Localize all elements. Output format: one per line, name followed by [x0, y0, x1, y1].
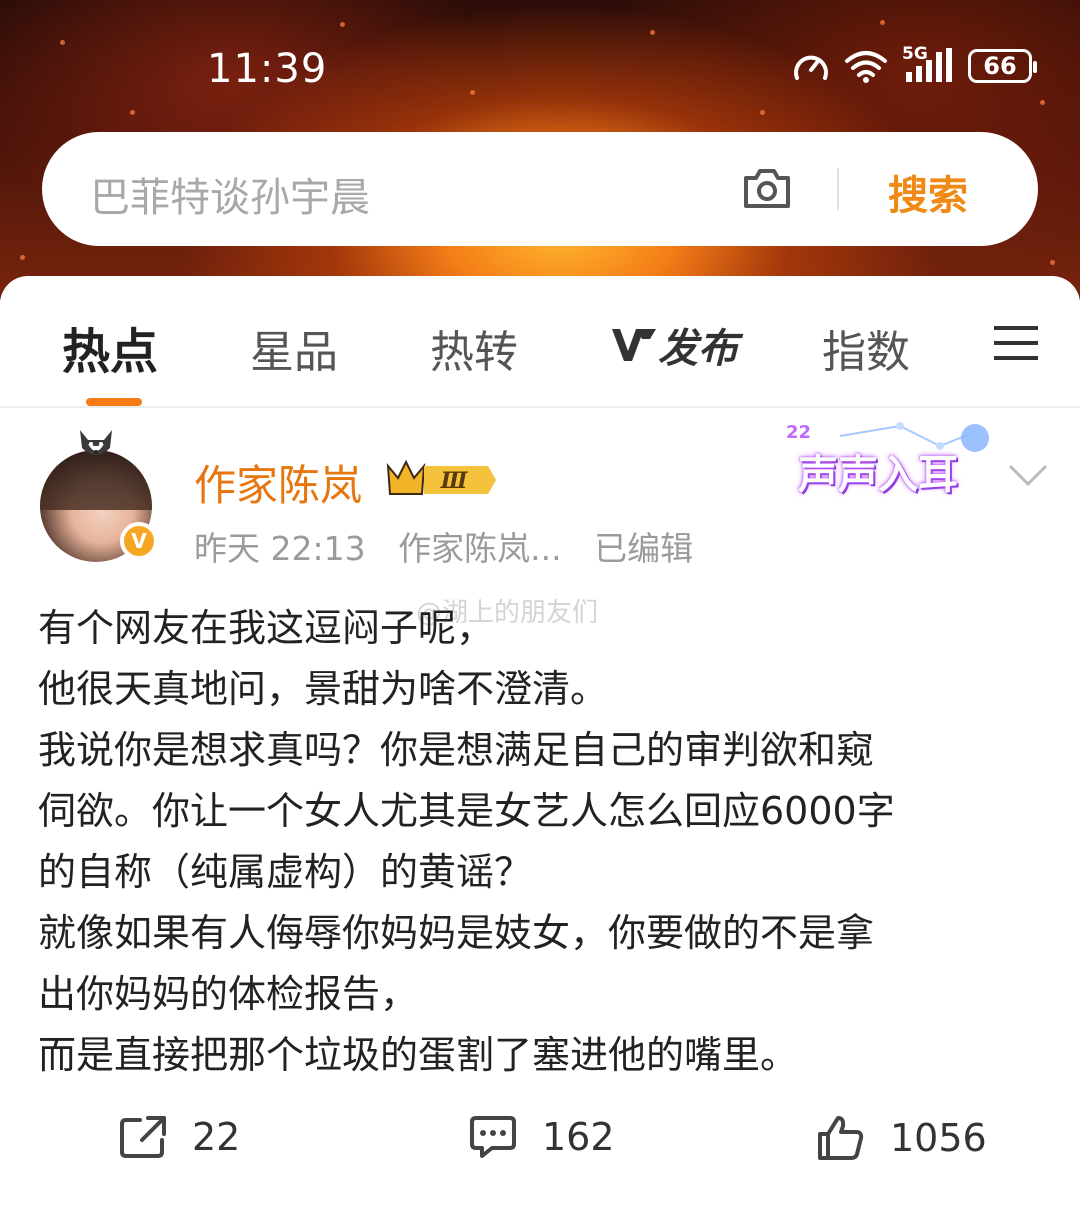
tab-index[interactable]: 指数	[822, 316, 910, 380]
author-name[interactable]: 作家陈岚	[194, 452, 362, 513]
wifi-icon	[845, 51, 887, 83]
tab-hot-reposts[interactable]: 热转	[430, 316, 518, 380]
spark	[60, 40, 65, 45]
spark	[760, 110, 765, 115]
post-actions: 22 162 1056	[0, 1114, 1080, 1174]
post-line: 我说你是想求真吗？你是想满足自己的审判欲和窥	[38, 728, 875, 772]
spark	[1040, 100, 1045, 105]
tab-hot[interactable]: 热点	[62, 312, 158, 382]
tab-star-products[interactable]: 星品	[250, 316, 338, 380]
tab-divider	[0, 406, 1080, 408]
post-meta: 昨天 22:13 作家陈岚... 已编辑	[194, 522, 715, 570]
husky-pendant-icon	[80, 430, 112, 455]
speed-icon	[794, 55, 828, 80]
spark	[20, 255, 25, 260]
comment-count: 162	[542, 1115, 615, 1159]
cellular-icon: 5G	[902, 44, 954, 84]
spark	[340, 22, 345, 27]
post-line: 出你妈妈的体检报告，	[38, 972, 419, 1016]
repost-count: 22	[192, 1115, 241, 1159]
tab-publish[interactable]: 发布	[610, 316, 738, 374]
comment-button[interactable]: 162	[468, 1114, 615, 1160]
post-time: 昨天 22:13	[194, 529, 366, 568]
search-input[interactable]: 巴菲特谈孙宇晨	[90, 165, 370, 223]
sticker-badge[interactable]: 22 声声入耳	[770, 416, 1000, 516]
search-button[interactable]: 搜索	[888, 163, 968, 221]
sticker-label: 声声入耳	[798, 452, 958, 498]
status-icons: 5G 66	[792, 44, 1037, 84]
author-avatar-group[interactable]: V	[40, 426, 170, 566]
post-line: 他很天真地问，景甜为啥不澄清。	[38, 667, 609, 711]
edited-label[interactable]: 已编辑	[594, 529, 693, 568]
tab-publish-label: 发布	[658, 326, 738, 372]
comment-icon	[470, 1116, 516, 1158]
member-crown-badge[interactable]: Ⅲ	[384, 456, 500, 500]
sticker-number: 22	[786, 422, 811, 443]
thumbs-up-icon	[818, 1116, 864, 1160]
spark	[880, 20, 885, 25]
active-tab-indicator	[86, 398, 142, 406]
post-source[interactable]: 作家陈岚...	[398, 529, 561, 568]
post-body: 有个网友在我这逗闷子呢， 他很天真地问，景甜为啥不澄清。 我说你是想求真吗？你是…	[38, 598, 1048, 1086]
like-button[interactable]: 1056	[816, 1114, 987, 1162]
verified-badge: V	[120, 522, 158, 560]
content-panel: 热点 星品 热转 发布 指数 V 作家陈岚 Ⅲ 昨天 22:13 作家陈岚...…	[0, 276, 1080, 1214]
v-logo-icon	[612, 329, 656, 361]
repost-icon	[120, 1116, 166, 1158]
menu-icon[interactable]	[994, 324, 1038, 362]
like-count: 1056	[890, 1116, 987, 1160]
post-line: 伺欲。你让一个女人尤其是女艺人怎么回应6000字	[38, 789, 895, 833]
battery-indicator: 66	[968, 49, 1037, 83]
post-line: 有个网友在我这逗闷子呢，	[38, 606, 495, 650]
chevron-down-icon[interactable]	[1008, 464, 1048, 488]
tab-bar: 热点 星品 热转 发布 指数	[0, 276, 1080, 406]
post-line: 而是直接把那个垃圾的蛋割了塞进他的嘴里。	[38, 1033, 799, 1077]
spark	[130, 110, 135, 115]
post-line: 的自称（纯属虚构）的黄谣？	[38, 850, 533, 894]
spark	[650, 30, 655, 35]
camera-icon[interactable]	[742, 166, 792, 210]
post-line: 就像如果有人侮辱你妈妈是妓女，你要做的不是拿	[38, 911, 875, 955]
spark	[470, 90, 475, 95]
search-bar[interactable]: 巴菲特谈孙宇晨 搜索	[42, 132, 1038, 246]
member-level: Ⅲ	[440, 468, 469, 494]
repost-button[interactable]: 22	[118, 1114, 240, 1160]
search-divider	[837, 168, 839, 210]
spark	[1050, 260, 1055, 265]
status-time: 11:39	[207, 46, 328, 92]
